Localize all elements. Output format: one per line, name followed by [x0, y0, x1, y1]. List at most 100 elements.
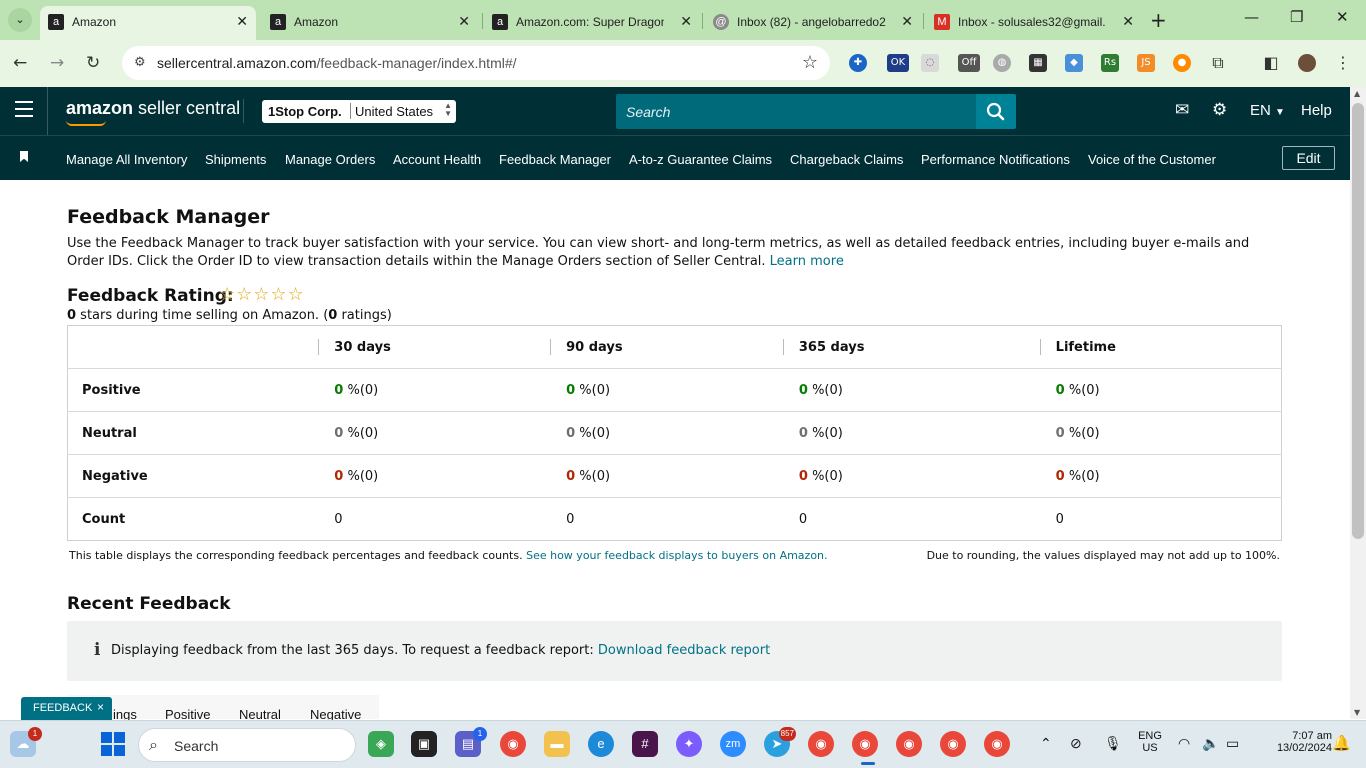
close-tab-icon[interactable]: ✕: [236, 13, 248, 30]
table-cell: 0 %(0): [782, 411, 1040, 455]
extension-ok-icon[interactable]: OK: [887, 54, 909, 72]
scrollbar-thumb[interactable]: [1352, 103, 1364, 539]
language-selector[interactable]: EN ▼: [1250, 102, 1285, 119]
extension-icon[interactable]: ◆: [1065, 54, 1083, 72]
chrome-profile-icon[interactable]: ◉: [940, 731, 966, 757]
browser-tab-2[interactable]: a Amazon ✕: [262, 6, 478, 40]
store-selector[interactable]: 1Stop Corp. United States ▲ ▼: [262, 100, 456, 123]
edit-nav-button[interactable]: Edit: [1282, 146, 1335, 170]
download-feedback-report-link[interactable]: Download feedback report: [598, 643, 770, 658]
minimize-icon[interactable]: —: [1244, 8, 1259, 26]
chrome-profile-icon[interactable]: ◉: [984, 731, 1010, 757]
nav-a-to-z-claims[interactable]: A-to-z Guarantee Claims: [629, 152, 772, 167]
copilot-icon[interactable]: ◈: [368, 731, 394, 757]
profile-avatar[interactable]: [1298, 54, 1316, 72]
tab-search-chevron-icon[interactable]: ⌄: [8, 8, 32, 32]
new-tab-plus-icon[interactable]: +: [1150, 8, 1167, 32]
extension-icon[interactable]: ◌: [921, 54, 939, 72]
close-tab-icon[interactable]: ✕: [458, 13, 470, 30]
kebab-menu-icon[interactable]: ⋮: [1334, 54, 1352, 72]
table-cell: 0 %(0): [318, 411, 551, 455]
forward-arrow-icon[interactable]: →: [50, 53, 64, 73]
task-view-icon[interactable]: ▣: [411, 731, 437, 757]
hamburger-menu-icon[interactable]: [15, 101, 33, 122]
help-link[interactable]: Help: [1301, 102, 1332, 119]
edge-icon[interactable]: e: [588, 731, 614, 757]
rs-extension-icon[interactable]: Rs: [1101, 54, 1119, 72]
gear-icon[interactable]: ⚙: [1212, 100, 1227, 120]
qr-extension-icon[interactable]: ▦: [1029, 54, 1047, 72]
battery-icon[interactable]: ▭: [1226, 735, 1239, 752]
globe-extension-icon[interactable]: ◍: [993, 54, 1011, 72]
file-explorer-icon[interactable]: ▬: [544, 731, 570, 757]
extension-icon[interactable]: ●: [1173, 54, 1191, 72]
cell-value: 0: [334, 425, 344, 441]
chrome-profile-icon[interactable]: ◉: [808, 731, 834, 757]
nav-shipments[interactable]: Shipments: [205, 152, 266, 167]
extensions-puzzle-icon[interactable]: ⧉: [1209, 54, 1227, 72]
tray-app-icon[interactable]: ⊘: [1070, 735, 1082, 752]
seller-central-header: amazon seller central 1Stop Corp. United…: [0, 87, 1350, 135]
site-info-icon[interactable]: ⚙: [134, 55, 146, 70]
scroll-down-icon[interactable]: ▼: [1354, 708, 1360, 717]
learn-more-link[interactable]: Learn more: [770, 254, 844, 269]
seller-central-logo[interactable]: amazon seller central: [66, 98, 240, 126]
reload-icon[interactable]: ↻: [86, 53, 100, 73]
search-button[interactable]: [976, 94, 1016, 129]
bookmark-icon[interactable]: [20, 151, 28, 162]
weather-icon[interactable]: ☁ 1: [10, 727, 42, 757]
tray-chevron-up-icon[interactable]: ⌃: [1040, 735, 1052, 752]
slack-icon[interactable]: #: [632, 731, 658, 757]
browser-tab-5[interactable]: M Inbox - solusales32@gmail.c ✕: [926, 6, 1142, 40]
messenger-icon[interactable]: ✦: [676, 731, 702, 757]
nav-performance-notifications[interactable]: Performance Notifications: [921, 152, 1070, 167]
telegram-icon[interactable]: ➤ 857: [764, 727, 796, 757]
nav-account-health[interactable]: Account Health: [393, 152, 481, 167]
feedback-display-link[interactable]: See how your feedback displays to buyers…: [526, 549, 827, 562]
nav-voice-of-customer[interactable]: Voice of the Customer: [1088, 152, 1216, 167]
browser-tab-1[interactable]: a Amazon ✕: [40, 6, 256, 40]
scroll-up-icon[interactable]: ▲: [1354, 89, 1360, 98]
feedback-widget[interactable]: FEEDBACK ×: [21, 697, 112, 720]
wifi-icon[interactable]: ◠: [1178, 735, 1190, 752]
mail-envelope-icon[interactable]: ✉: [1175, 100, 1189, 120]
volume-icon[interactable]: 🔈: [1202, 735, 1219, 752]
bookmark-star-icon[interactable]: ☆: [802, 52, 818, 73]
search-input[interactable]: [616, 94, 976, 129]
feedback-rating-label: Feedback Rating:: [67, 286, 234, 306]
start-windows-icon[interactable]: [100, 731, 126, 757]
search-icon: ⌕: [149, 735, 158, 754]
nav-feedback-manager[interactable]: Feedback Manager: [499, 152, 611, 167]
nav-chargeback-claims[interactable]: Chargeback Claims: [790, 152, 903, 167]
teams-icon[interactable]: ▤ 1: [455, 727, 487, 757]
close-tab-icon[interactable]: ✕: [901, 13, 913, 30]
store-name: 1Stop Corp.: [268, 104, 342, 119]
chrome-icon[interactable]: ◉: [500, 731, 526, 757]
extension-icon[interactable]: ✚: [849, 54, 867, 72]
extension-off-icon[interactable]: Off: [958, 54, 980, 72]
close-tab-icon[interactable]: ✕: [680, 13, 692, 30]
chrome-profile-icon[interactable]: ◉: [852, 731, 878, 757]
address-bar[interactable]: ⚙ sellercentral.amazon.com/feedback-mana…: [122, 46, 830, 80]
browser-tab-4[interactable]: @ Inbox (82) - angelobarredo2 ✕: [705, 6, 921, 40]
notification-bell-icon[interactable]: 🔔: [1332, 734, 1351, 752]
ratings-text: ratings): [337, 308, 392, 323]
chrome-profile-icon[interactable]: ◉: [896, 731, 922, 757]
nav-manage-orders[interactable]: Manage Orders: [285, 152, 375, 167]
table-cell: 0 %(0): [782, 368, 1040, 412]
side-panel-icon[interactable]: ◧: [1262, 54, 1280, 72]
close-tab-icon[interactable]: ✕: [1122, 13, 1134, 30]
page-scrollbar[interactable]: ▲ ▼: [1350, 87, 1366, 719]
js-extension-icon[interactable]: JS: [1137, 54, 1155, 72]
browser-tab-3[interactable]: a Amazon.com: Super Dragon ✕: [484, 6, 700, 40]
close-icon[interactable]: ×: [97, 700, 104, 714]
back-arrow-icon[interactable]: ←: [13, 53, 27, 73]
nav-manage-all-inventory[interactable]: Manage All Inventory: [66, 152, 187, 167]
taskbar-search[interactable]: ⌕ Search: [138, 728, 356, 762]
restore-icon[interactable]: ❐: [1290, 8, 1303, 26]
zoom-icon[interactable]: zm: [720, 731, 746, 757]
close-window-icon[interactable]: ✕: [1336, 8, 1349, 26]
clock[interactable]: 7:07 am 13/02/2024: [1252, 730, 1332, 754]
input-language[interactable]: ENG US: [1135, 730, 1165, 754]
microphone-icon[interactable]: 🎙: [1104, 735, 1122, 752]
